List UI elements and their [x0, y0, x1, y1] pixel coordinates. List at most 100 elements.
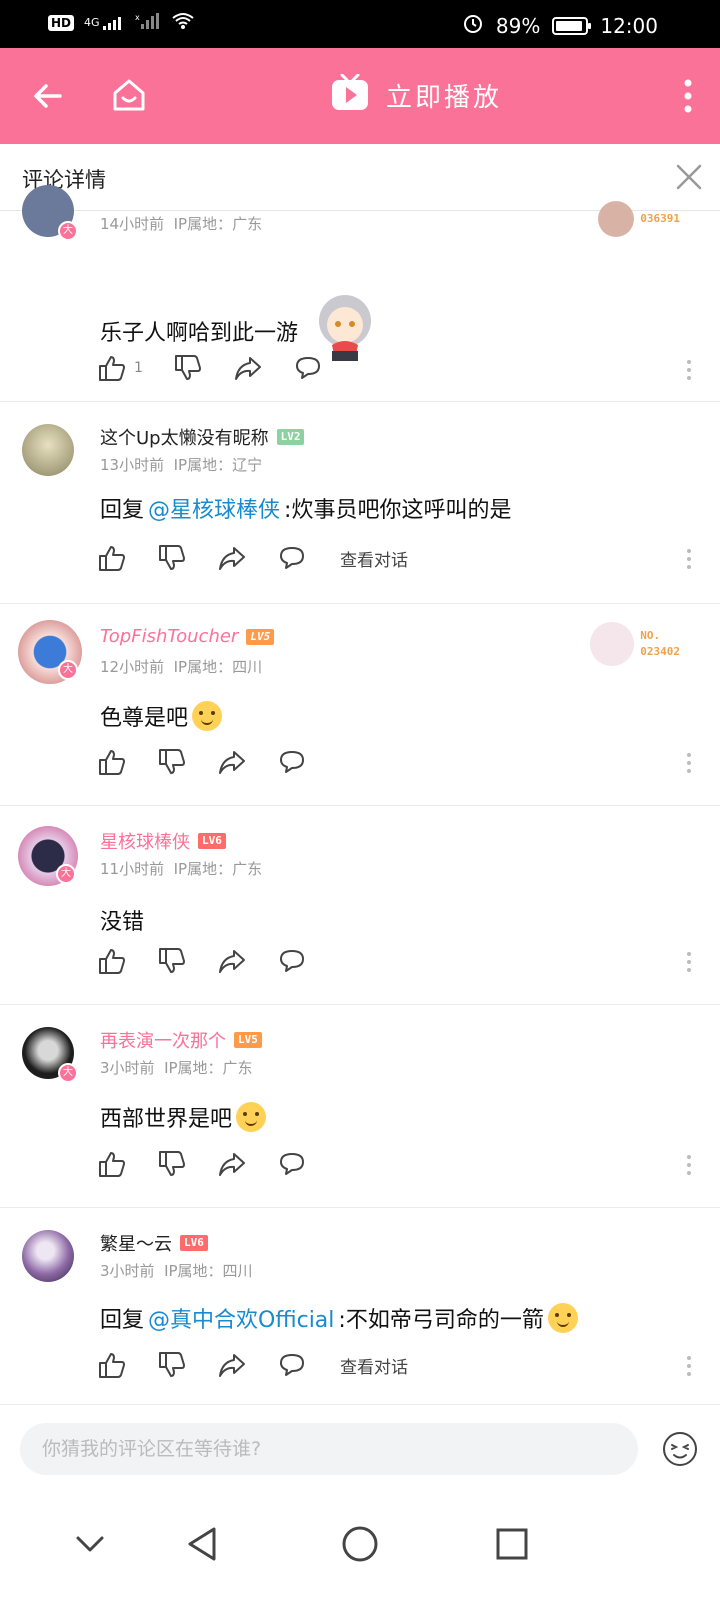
fan-number-block: NO. 023402: [640, 628, 680, 660]
reply-icon[interactable]: [278, 948, 306, 974]
comment-actions: [98, 749, 338, 775]
dislike-icon[interactable]: [158, 749, 186, 775]
like-icon[interactable]: [98, 545, 126, 571]
reply-icon[interactable]: [278, 1352, 306, 1378]
comment-actions: [98, 1151, 338, 1177]
comment-body: 西部世界是吧: [100, 1101, 267, 1133]
avatar[interactable]: 大: [18, 826, 82, 890]
dislike-icon[interactable]: [158, 545, 186, 571]
more-vertical-icon[interactable]: [684, 78, 692, 114]
fan-number-label: NO.: [640, 629, 661, 642]
username[interactable]: 这个Up太懒没有昵称 LV2: [100, 424, 305, 450]
play-now-label: 立即播放: [386, 82, 503, 113]
comment-meta: 13小时前 IP属地：辽宁: [100, 456, 263, 474]
like-icon[interactable]: [98, 1352, 126, 1378]
wifi-icon: [171, 12, 195, 34]
reply-icon[interactable]: [278, 545, 306, 571]
home-icon[interactable]: [110, 76, 148, 114]
battery-icon: [552, 16, 592, 35]
hd-badge: HD: [48, 15, 75, 31]
status-bar: HD 4G x 89% 12:00: [0, 0, 720, 48]
back-arrow-icon[interactable]: [30, 78, 66, 114]
level-badge: LV5: [234, 1032, 262, 1048]
username[interactable]: TopFishToucher LV5: [100, 626, 275, 647]
share-icon[interactable]: [218, 749, 246, 775]
comment-more-icon[interactable]: [686, 548, 692, 570]
reply-prefix: 回复: [100, 498, 145, 523]
comment-item: 繁星～云 LV6 3小时前 IP属地：四川 回复 @真中合欢Official :…: [0, 1208, 720, 1410]
svg-text:x: x: [135, 13, 140, 22]
like-icon[interactable]: [98, 749, 126, 775]
nav-home-icon[interactable]: [340, 1524, 380, 1564]
dislike-icon[interactable]: [158, 1151, 186, 1177]
avatar[interactable]: [22, 1230, 78, 1286]
doge-emoji-icon: [192, 701, 223, 731]
vip-badge: 大: [58, 1063, 78, 1083]
avatar[interactable]: [22, 424, 78, 480]
comment-more-icon[interactable]: [686, 752, 692, 774]
comment-text: 乐子人啊哈到此一游: [100, 321, 299, 346]
share-icon[interactable]: [218, 1352, 246, 1378]
dislike-icon[interactable]: [158, 948, 186, 974]
like-icon[interactable]: [98, 948, 126, 974]
comment-item: 这个Up太懒没有昵称 LV2 13小时前 IP属地：辽宁 回复 @星核球棒侠 :…: [0, 402, 720, 604]
username-text: 星核球棒侠: [100, 832, 190, 853]
username[interactable]: 星核球棒侠 LV6: [100, 828, 226, 854]
share-icon[interactable]: [234, 355, 262, 381]
fan-avatar: [590, 622, 635, 666]
like-icon[interactable]: [98, 1151, 126, 1177]
close-icon[interactable]: [674, 162, 704, 192]
emoji-picker-icon[interactable]: [662, 1431, 698, 1467]
collapse-chevron-icon[interactable]: [70, 1524, 110, 1564]
share-icon[interactable]: [218, 545, 246, 571]
comment-more-icon[interactable]: [686, 359, 692, 381]
signal-label: 4G: [84, 16, 100, 29]
mention-link[interactable]: @星核球棒侠: [148, 492, 280, 524]
smirk-emoji-icon: [547, 1303, 578, 1333]
fan-badge: 036391: [598, 201, 680, 237]
fan-number: 036391: [640, 212, 680, 225]
comment-body: 没错: [100, 904, 144, 936]
comment-list: 大 14小时前 IP属地：广东 036391 乐子人啊哈到此一游 1 这个Up太…: [0, 185, 720, 1410]
username-text: 再表演一次那个: [100, 1031, 226, 1052]
dislike-icon[interactable]: [158, 1352, 186, 1378]
view-conversation-link[interactable]: 查看对话: [340, 1353, 408, 1378]
comment-input[interactable]: 你猜我的评论区在等待谁?: [20, 1423, 638, 1475]
username[interactable]: 再表演一次那个 LV5: [100, 1027, 262, 1053]
nav-back-icon[interactable]: [184, 1524, 224, 1564]
battery-percent: 89%: [495, 13, 541, 38]
mention-link[interactable]: @真中合欢Official: [148, 1302, 334, 1334]
play-now-button[interactable]: 立即播放: [330, 73, 503, 116]
comment-more-icon[interactable]: [686, 1355, 692, 1377]
username-text: 这个Up太懒没有昵称: [100, 428, 269, 449]
comment-item: 大 14小时前 IP属地：广东 036391 乐子人啊哈到此一游 1: [0, 185, 720, 402]
level-badge: LV6: [180, 1235, 208, 1251]
comment-more-icon[interactable]: [686, 951, 692, 973]
username[interactable]: 繁星～云 LV6: [100, 1230, 208, 1256]
like-count: 1: [134, 360, 143, 376]
comment-more-icon[interactable]: [686, 1154, 692, 1176]
comment-body: 回复 @星核球棒侠 :炊事员吧你这呼叫的是: [100, 492, 511, 524]
comment-text: :炊事员吧你这呼叫的是: [284, 498, 512, 523]
comment-text: 西部世界是吧: [100, 1107, 233, 1132]
avatar[interactable]: 大: [18, 620, 84, 686]
view-conversation-link[interactable]: 查看对话: [340, 546, 408, 571]
reply-icon[interactable]: [278, 749, 306, 775]
dislike-icon[interactable]: [174, 355, 202, 381]
comment-actions: 1: [98, 355, 354, 381]
reply-icon[interactable]: [278, 1151, 306, 1177]
avatar[interactable]: 大: [22, 185, 78, 241]
nav-recents-icon[interactable]: [492, 1524, 532, 1564]
comment-meta: 3小时前 IP属地：四川: [100, 1262, 253, 1280]
vip-badge: 大: [58, 221, 78, 241]
comment-item: 大 TopFishToucher LV5 12小时前 IP属地：四川 NO. 0…: [0, 604, 720, 806]
comment-text: :不如帝弓司命的一箭: [338, 1308, 544, 1333]
comment-meta: 12小时前 IP属地：四川: [100, 658, 263, 676]
avatar[interactable]: 大: [22, 1027, 78, 1083]
comment-text: 色尊是吧: [100, 706, 189, 731]
share-icon[interactable]: [218, 1151, 246, 1177]
comment-actions: 查看对话: [98, 545, 408, 571]
reply-icon[interactable]: [294, 355, 322, 381]
share-icon[interactable]: [218, 948, 246, 974]
like-icon[interactable]: 1: [98, 355, 143, 381]
